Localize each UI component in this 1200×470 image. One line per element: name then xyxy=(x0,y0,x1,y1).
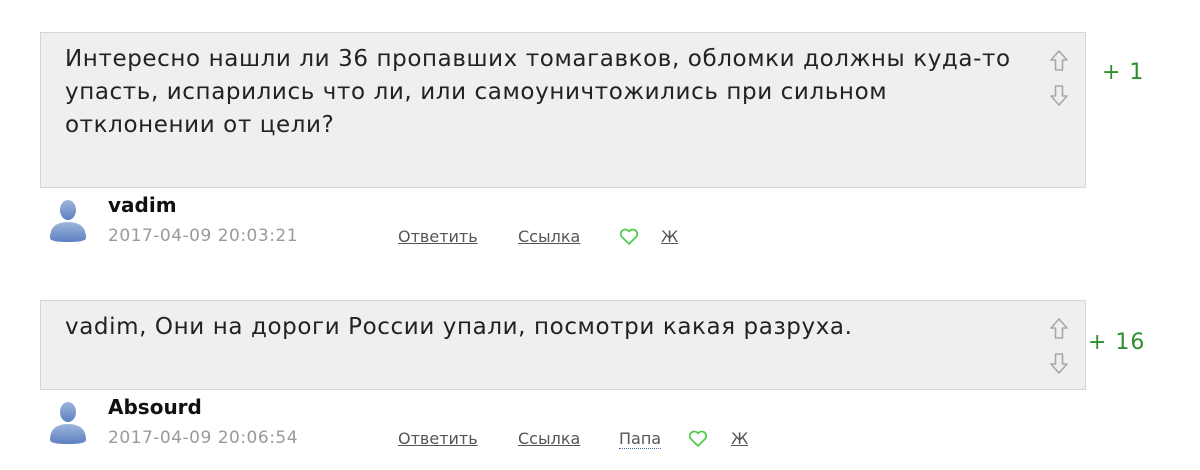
comment-bubble: Интересно нашли ли 36 пропавших томагавк… xyxy=(40,32,1086,188)
permalink-link[interactable]: Ссылка xyxy=(518,227,580,246)
comment-text: Интересно нашли ли 36 пропавших томагавк… xyxy=(65,46,1011,138)
upvote-arrow-icon[interactable] xyxy=(1047,49,1071,73)
comment-timestamp: 2017-04-09 20:03:21 xyxy=(108,226,299,246)
permalink-link[interactable]: Ссылка xyxy=(518,429,580,448)
comment-score: + 16 xyxy=(1088,330,1146,355)
avatar-icon[interactable] xyxy=(46,196,90,244)
like-heart-icon[interactable] xyxy=(619,228,639,246)
avatar-icon[interactable] xyxy=(46,398,90,446)
livejournal-share-link[interactable]: Ж xyxy=(661,227,678,246)
reply-link[interactable]: Ответить xyxy=(398,227,478,246)
comment-author[interactable]: vadim xyxy=(108,193,177,217)
comment-bubble: vadim, Они на дороги России упали, посмо… xyxy=(40,300,1086,390)
comment-text: vadim, Они на дороги России упали, посмо… xyxy=(65,314,853,340)
comment-timestamp: 2017-04-09 20:06:54 xyxy=(108,428,299,448)
parent-comment-link[interactable]: Папа xyxy=(619,429,662,449)
upvote-arrow-icon[interactable] xyxy=(1047,317,1071,341)
comment-score: + 1 xyxy=(1102,60,1145,85)
like-heart-icon[interactable] xyxy=(688,430,708,448)
downvote-arrow-icon[interactable] xyxy=(1047,83,1071,107)
reply-link[interactable]: Ответить xyxy=(398,429,478,448)
comment-author[interactable]: Absourd xyxy=(108,395,202,419)
downvote-arrow-icon[interactable] xyxy=(1047,351,1071,375)
livejournal-share-link[interactable]: Ж xyxy=(731,429,748,448)
